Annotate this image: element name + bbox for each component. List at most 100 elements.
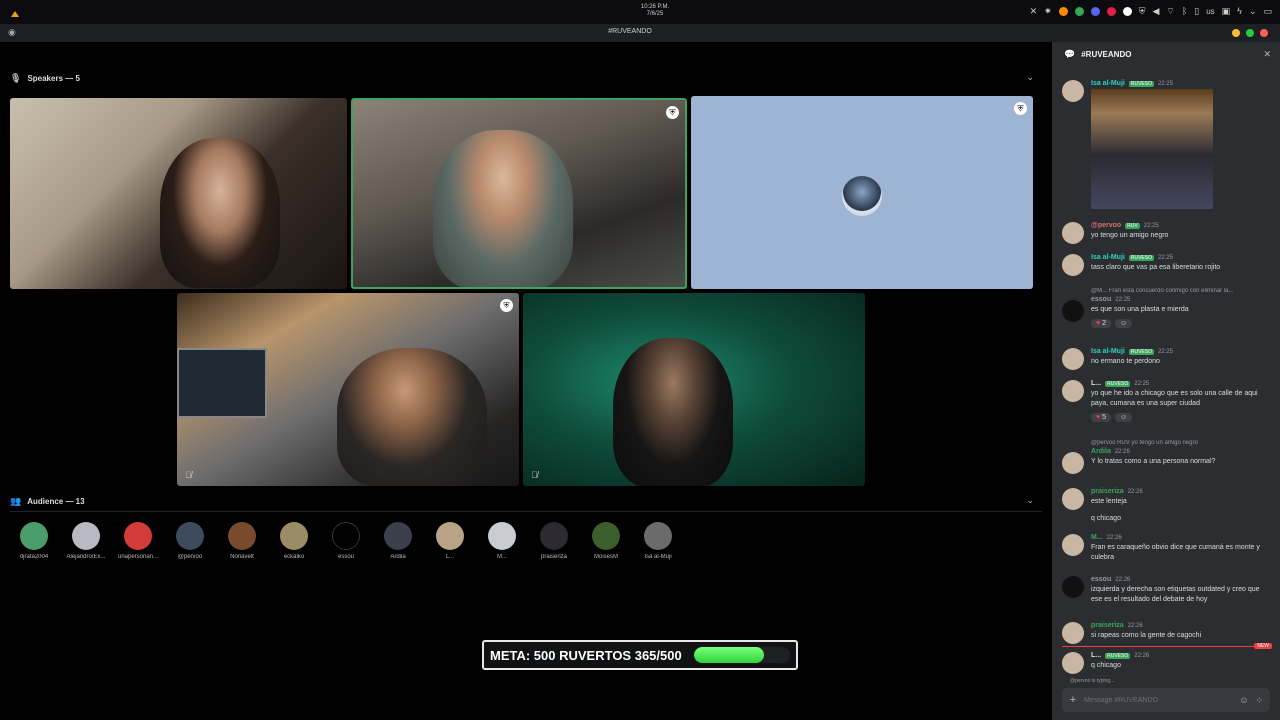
chat-message[interactable]: praiseriza 22:26 este lenteja bbox=[1062, 488, 1270, 510]
avatar[interactable] bbox=[1062, 622, 1084, 644]
chevron-down-icon[interactable]: ⌄ bbox=[1249, 6, 1257, 16]
message-author[interactable]: @pervoo bbox=[1091, 222, 1121, 229]
display-icon[interactable]: ▭ bbox=[1263, 6, 1272, 16]
power-icon[interactable]: ϟ bbox=[1237, 6, 1242, 16]
chat-message[interactable]: @M... Fran está concuerdo conmigo con el… bbox=[1062, 288, 1270, 328]
message-timestamp: 22:25 bbox=[1143, 222, 1159, 229]
message-author[interactable]: praiseriza bbox=[1091, 488, 1124, 495]
chrome-tray-icon[interactable] bbox=[1058, 6, 1068, 16]
discord-tray-icon[interactable] bbox=[1090, 6, 1100, 16]
audience-member[interactable]: praiseriza bbox=[530, 522, 578, 560]
avatar[interactable] bbox=[1062, 80, 1084, 102]
audience-member[interactable]: Nonavelt bbox=[218, 522, 266, 560]
notification-mute-icon[interactable]: ✕ bbox=[1030, 6, 1038, 16]
chat-message[interactable]: M... 22:26 Fran es caraqueño obvio dice qu… bbox=[1062, 534, 1270, 563]
chat-message[interactable]: Isa al-Muji RUVESO 22:25 tass claro que vas… bbox=[1062, 254, 1270, 276]
avatar[interactable] bbox=[1062, 380, 1084, 402]
speaker-tile-5[interactable]: 🎙̸ bbox=[523, 293, 865, 486]
monitor-screen bbox=[177, 348, 267, 418]
status-tray-icon[interactable] bbox=[1122, 6, 1132, 16]
avatar[interactable] bbox=[1062, 348, 1084, 370]
wifi-icon[interactable]: ⌔ bbox=[1166, 6, 1174, 16]
close-chat-button[interactable]: ✕ bbox=[1263, 49, 1271, 60]
message-image[interactable] bbox=[1091, 89, 1213, 209]
clipboard-icon[interactable]: ▣ bbox=[1222, 6, 1231, 16]
minimize-button[interactable] bbox=[1232, 29, 1240, 37]
chat-message[interactable]: L... RUVESO 22:26 q chicago bbox=[1062, 652, 1270, 674]
bluetooth-icon[interactable]: ᛒ bbox=[1182, 6, 1187, 16]
message-author[interactable]: Isa al-Muji bbox=[1091, 348, 1125, 355]
audience-member-name: eckalko bbox=[283, 554, 305, 560]
message-input[interactable]: Message #RUVEANDO bbox=[1084, 697, 1239, 704]
heart-reaction[interactable]: ♥ 5 bbox=[1091, 413, 1112, 422]
heart-reaction[interactable]: ♥ 2 bbox=[1091, 319, 1112, 328]
message-text: q chicago bbox=[1091, 515, 1121, 522]
avatar[interactable] bbox=[1062, 300, 1084, 322]
battery-icon[interactable]: ▯ bbox=[1194, 6, 1199, 16]
add-reaction-button[interactable]: ☺ bbox=[1115, 319, 1133, 328]
message-author[interactable]: L... bbox=[1091, 380, 1101, 387]
avatar[interactable] bbox=[1062, 534, 1084, 556]
system-clock[interactable]: 10:26 P.M. 7/6/25 bbox=[600, 4, 710, 18]
audience-member[interactable]: Alejandro/Ex... bbox=[62, 522, 110, 560]
message-author[interactable]: praiseriza bbox=[1091, 622, 1124, 629]
maximize-button[interactable] bbox=[1246, 29, 1254, 37]
audience-member[interactable]: @pervoo bbox=[166, 522, 214, 560]
audience-member[interactable]: unapersonan... bbox=[114, 522, 162, 560]
message-author[interactable]: essou bbox=[1091, 296, 1111, 303]
new-messages-badge: NEW bbox=[1254, 643, 1272, 649]
chat-message[interactable]: Isa al-Muji RUVESO 22:25 bbox=[1062, 80, 1270, 209]
weather-sun-icon[interactable]: ✷ bbox=[1044, 6, 1052, 16]
audience-member[interactable]: M... bbox=[478, 522, 526, 560]
reply-preview[interactable]: @M... Fran está concuerdo conmigo con el… bbox=[1091, 288, 1270, 294]
add-reaction-button[interactable]: ☺ bbox=[1115, 413, 1133, 422]
shield-tray-icon[interactable]: ⛨ bbox=[1139, 6, 1146, 16]
message-author[interactable]: M... bbox=[1091, 534, 1103, 541]
audience-collapse-button[interactable]: ⌄ bbox=[1026, 495, 1034, 506]
message-author[interactable]: essou bbox=[1091, 576, 1111, 583]
media-tray-icon[interactable] bbox=[1106, 6, 1116, 16]
app-launcher-icon[interactable] bbox=[10, 6, 20, 17]
os-top-bar: 10:26 P.M. 7/6/25 ✕ ✷ ⛨ ◀ ⌔ ᛒ ▯ us ▣ ϟ ⌄… bbox=[0, 0, 1280, 24]
emoji-icon[interactable]: ☺ bbox=[1239, 695, 1248, 705]
audience-member[interactable]: eckalko bbox=[270, 522, 318, 560]
speaker-tile-1[interactable] bbox=[10, 98, 347, 289]
chat-message[interactable]: Isa al-Muji RUVESO 22:25 no ermano te perdo… bbox=[1062, 348, 1270, 370]
avatar[interactable] bbox=[1062, 576, 1084, 598]
speaker-tile-4[interactable]: ⛨ 🎙̸ bbox=[177, 293, 519, 486]
chat-message[interactable]: essou 22:26 izquierda y derecha son etique… bbox=[1062, 576, 1270, 605]
app-tray-icon[interactable] bbox=[1074, 6, 1084, 16]
audience-member[interactable]: Ardila bbox=[374, 522, 422, 560]
message-author[interactable]: Isa al-Muji bbox=[1091, 254, 1125, 261]
audience-member[interactable]: Isa al-Muji bbox=[634, 522, 682, 560]
message-author[interactable]: L... bbox=[1091, 652, 1101, 659]
audience-member[interactable]: djrata2004 bbox=[10, 522, 58, 560]
avatar[interactable] bbox=[1062, 488, 1084, 510]
keyboard-layout[interactable]: us bbox=[1206, 7, 1214, 16]
message-input-box[interactable]: + Message #RUVEANDO ☺ ⁘ bbox=[1062, 688, 1270, 712]
close-window-button[interactable] bbox=[1260, 29, 1268, 37]
chat-message[interactable]: praiseriza 22:26 si rapeas como la gente d… bbox=[1062, 622, 1270, 644]
avatar[interactable] bbox=[1062, 254, 1084, 276]
chat-message[interactable]: q chicago bbox=[1062, 512, 1270, 524]
volume-icon[interactable]: ◀ bbox=[1152, 6, 1159, 16]
apps-icon[interactable]: ⁘ bbox=[1255, 695, 1263, 706]
avatar[interactable] bbox=[1062, 652, 1084, 674]
speaker-tile-2[interactable]: ⛨ bbox=[351, 98, 687, 289]
message-author[interactable]: Isa al-Muji bbox=[1091, 80, 1125, 87]
avatar[interactable] bbox=[1062, 452, 1084, 474]
speaker-tile-3[interactable]: ⛨ bbox=[691, 96, 1033, 289]
message-author[interactable]: Ardila bbox=[1091, 448, 1111, 455]
reply-preview[interactable]: @pervoo RUV yo tengo un amigo negro bbox=[1091, 440, 1270, 446]
audience-member-name: Isa al-Muji bbox=[644, 554, 672, 560]
audience-member[interactable]: MoisesM bbox=[582, 522, 630, 560]
audience-member[interactable]: essou bbox=[322, 522, 370, 560]
speakers-collapse-button[interactable]: ⌄ bbox=[1026, 72, 1034, 83]
chat-message[interactable]: L... RUVESO 22:25 yo que he ido a chicago q… bbox=[1062, 380, 1270, 422]
chat-message[interactable]: @pervoo RUV 22:25 yo tengo un amigo negro bbox=[1062, 222, 1270, 244]
add-attachment-button[interactable]: + bbox=[1062, 694, 1084, 706]
audience-member[interactable]: L... bbox=[426, 522, 474, 560]
reaction-count: 2 bbox=[1102, 320, 1107, 327]
chat-message[interactable]: @pervoo RUV yo tengo un amigo negro Ardil… bbox=[1062, 440, 1270, 474]
avatar[interactable] bbox=[1062, 222, 1084, 244]
